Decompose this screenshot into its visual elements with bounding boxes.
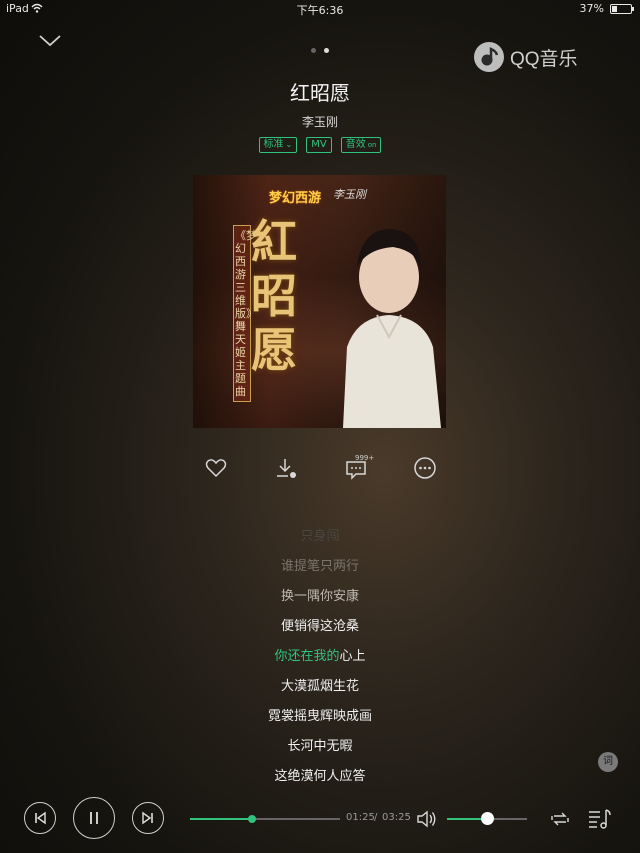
previous-button[interactable] (24, 802, 56, 834)
lyric-current-played: 你还在我的 (274, 649, 340, 664)
elapsed-time: 01:25 (346, 812, 375, 823)
battery-icon (610, 4, 634, 14)
lyric-line: 便销得这沧桑 (280, 619, 359, 634)
pause-icon (90, 812, 98, 824)
lyric-line: 这绝漠何人应答 (274, 769, 366, 784)
next-icon (142, 811, 153, 825)
album-cover[interactable]: 梦幻西游 李玉刚 《梦幻西游三维版》舞天姬主题曲 紅昭愿 (193, 175, 446, 428)
song-title: 红昭愿 (290, 81, 350, 105)
song-badges: 标准 ⌄ MV 音效 on (0, 137, 640, 153)
mv-label: MV (311, 139, 327, 150)
album-calligraphy: 紅昭愿 (251, 215, 297, 377)
download-icon[interactable] (274, 456, 298, 480)
brand-logo: QQ音乐 (474, 42, 578, 72)
lyric-line: 只身闯 (300, 529, 340, 544)
quality-label: 标准 (263, 139, 284, 150)
page-dot-active[interactable] (324, 48, 329, 53)
progress-slider[interactable] (190, 815, 340, 823)
page-dot[interactable] (311, 48, 316, 53)
artist-name[interactable]: 李玉刚 (0, 113, 640, 130)
sound-effect-badge[interactable]: 音效 on (340, 137, 382, 153)
chevron-down-icon: ⌄ (285, 140, 293, 149)
mv-badge[interactable]: MV (306, 137, 332, 153)
sound-effect-label: 音效 (345, 139, 366, 150)
lyric-line: 谁提笔只两行 (280, 559, 359, 574)
pause-button[interactable] (73, 797, 115, 839)
previous-icon (35, 811, 46, 825)
lyric-line: 大漠孤烟生花 (280, 679, 359, 694)
volume-icon[interactable] (416, 809, 438, 829)
lyric-line: 长河中无暇 (287, 739, 353, 754)
volume-knob[interactable] (481, 812, 494, 825)
time-separator: / (374, 812, 378, 823)
repeat-mode-icon[interactable] (549, 808, 571, 830)
progress-knob[interactable] (248, 815, 257, 823)
playlist-icon[interactable] (587, 807, 611, 831)
lyric-line: 霓裳摇曳辉映成画 (267, 709, 372, 724)
quality-badge[interactable]: 标准 ⌄ (258, 137, 298, 153)
lyric-line: 换一隅你安康 (280, 589, 359, 604)
volume-slider[interactable] (447, 812, 527, 825)
comment-count: 999+ (355, 454, 375, 462)
album-vertical-label: 《梦幻西游三维版》舞天姬主题曲 (233, 225, 257, 402)
on-icon: on (367, 141, 377, 149)
lyric-line-current: 你还在我的心上 (0, 645, 640, 664)
album-signature: 李玉刚 (333, 188, 366, 201)
lyric-current-rest: 心上 (339, 649, 366, 664)
more-options-icon[interactable] (413, 456, 437, 480)
status-time: 下午6:36 (296, 4, 344, 17)
lyric-toggle-button[interactable]: 词 (598, 752, 618, 772)
album-singer-image (343, 229, 441, 428)
total-time: 03:25 (382, 812, 411, 823)
like-heart-icon[interactable] (204, 456, 228, 480)
battery-percent: 37% (579, 2, 604, 15)
brand-name: QQ音乐 (510, 48, 578, 70)
progress-fill (190, 818, 253, 820)
qq-music-logo-icon (474, 42, 504, 72)
next-button[interactable] (132, 802, 164, 834)
album-game-logo: 梦幻西游 (269, 191, 322, 206)
status-bar: iPad 下午6:36 37% (0, 0, 640, 18)
